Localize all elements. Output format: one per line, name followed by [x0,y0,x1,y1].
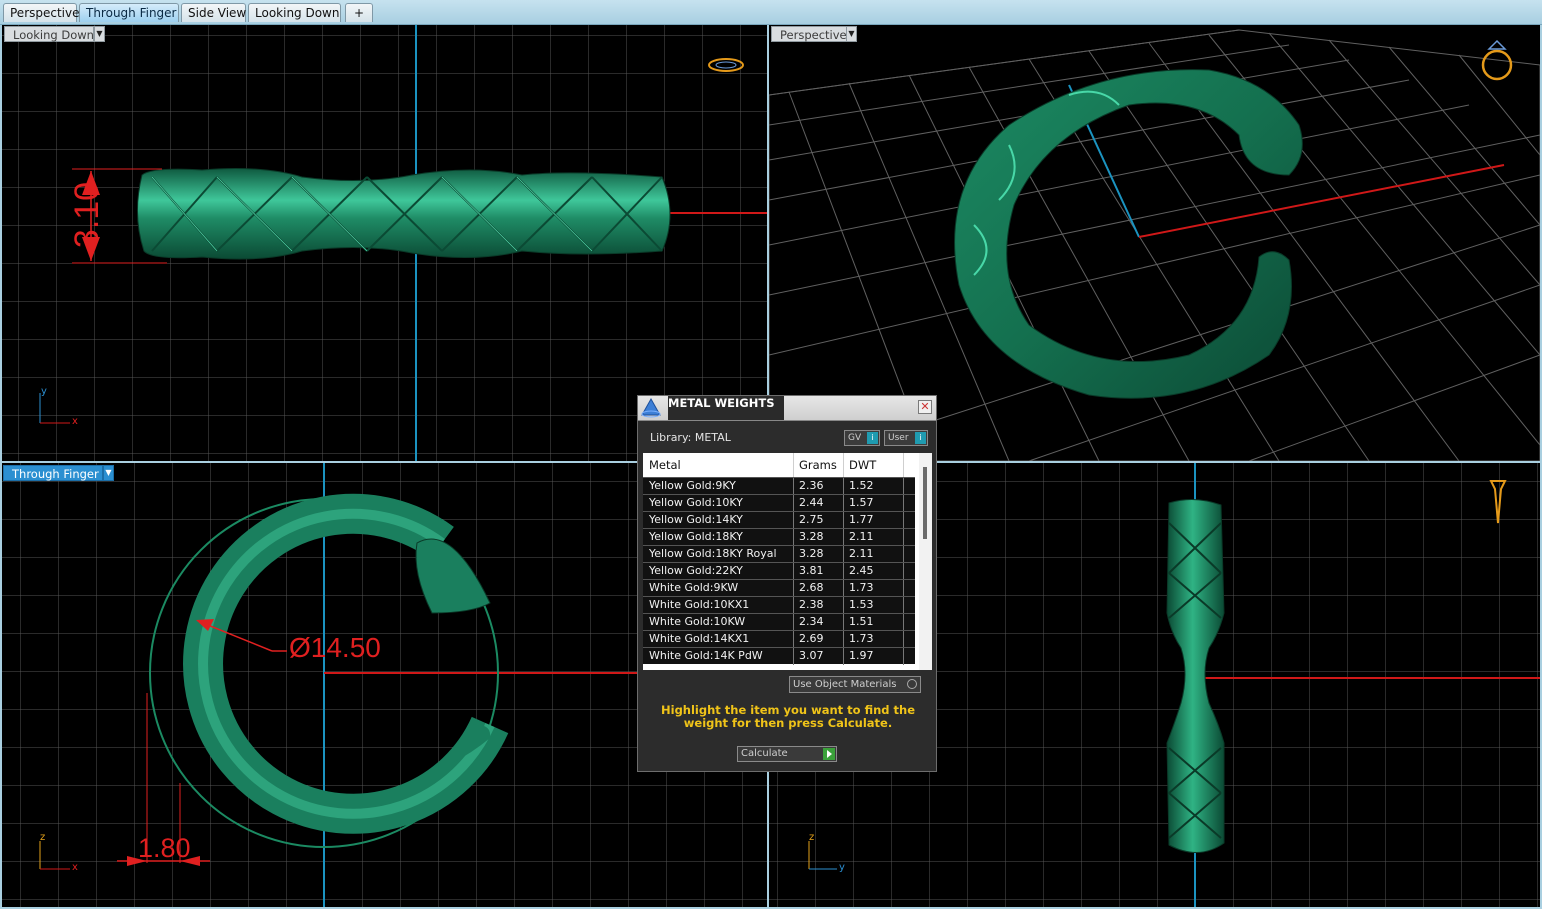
close-button[interactable]: ✕ [918,400,932,414]
table-row[interactable]: Yellow Gold:18KY Royal 3.28 2.11 [643,545,915,563]
radio-icon[interactable] [907,679,917,689]
dwt-cell: 1.73 [849,581,874,594]
viewport-label-looking-down[interactable]: Looking Down [4,26,94,42]
grams-cell: 2.34 [799,615,824,628]
tab-side-view[interactable]: Side View [181,3,246,22]
table-row[interactable]: White Gold:10KW 2.34 1.51 [643,613,915,631]
grams-cell: 2.38 [799,598,824,611]
dwt-cell: 2.11 [849,547,874,560]
use-object-materials-option[interactable]: Use Object Materials [789,676,921,693]
grams-cell: 2.44 [799,496,824,509]
dialog-title-bar[interactable]: METAL WEIGHTS ✕ [638,396,936,421]
user-label: User [888,433,909,443]
metal-name-cell: Yellow Gold:18KY Royal [649,547,777,560]
tab-through-finger[interactable]: Through Finger [79,3,179,22]
metal-weights-table: Metal Grams DWT Yellow Gold:9KY 2.36 1.52 Y… [643,453,932,670]
tab-perspective[interactable]: Perspective [3,3,80,22]
table-scrollbar[interactable] [919,453,932,670]
dwt-cell: 1.77 [849,513,874,526]
diameter-dimension-label: Ø14.50 [289,632,381,663]
grams-cell: 3.07 [799,649,824,662]
table-header: Metal Grams DWT [643,453,932,477]
gv-library-button[interactable]: GV i [844,430,880,446]
grams-cell: 3.81 [799,564,824,577]
gv-label: GV [848,433,862,443]
grams-cell: 3.28 [799,530,824,543]
dwt-cell: 1.53 [849,598,874,611]
info-icon: i [867,432,878,444]
close-icon: ✕ [920,400,930,413]
plus-icon: + [353,6,365,20]
viewport-dropdown[interactable]: ▼ [103,465,114,481]
chevron-down-icon: ▼ [105,468,112,477]
width-dimension-label: 1.80 [138,833,191,863]
scrollbar-thumb[interactable] [923,467,927,539]
calculate-label: Calculate [741,748,788,759]
axis-z-label: z [809,832,815,843]
calculate-button[interactable]: Calculate [737,746,837,762]
add-tab-button[interactable]: + [345,3,373,22]
column-header-metal[interactable]: Metal [649,458,681,472]
viewport-dropdown[interactable]: ▼ [94,26,105,42]
table-row[interactable]: White Gold:9KW 2.68 1.73 [643,579,915,597]
metal-name-cell: White Gold:10KX1 [649,598,750,611]
dimension-height-label: 3.10 [68,181,106,249]
dwt-cell: 1.97 [849,649,874,662]
metal-name-cell: Yellow Gold:14KY [649,513,743,526]
tab-looking-down[interactable]: Looking Down [248,3,341,22]
table-row[interactable]: Yellow Gold:14KY 2.75 1.77 [643,511,915,529]
axis-x-label: x [72,862,78,873]
axis-y-label: y [41,386,47,397]
viewport-label-perspective[interactable]: Perspective [771,26,847,42]
metal-name-cell: Yellow Gold:22KY [649,564,743,577]
metal-name-cell: Yellow Gold:9KY [649,479,736,492]
metal-name-cell: White Gold:14K PdW [649,649,763,662]
axis-y-label: y [839,862,845,873]
grams-cell: 3.28 [799,547,824,560]
grams-cell: 2.36 [799,479,824,492]
chevron-down-icon: ▼ [848,29,855,38]
table-rows: Yellow Gold:9KY 2.36 1.52 Yellow Gold:10KY 2… [643,477,915,665]
axis-x-label: x [72,416,78,427]
table-row[interactable]: Yellow Gold:22KY 3.81 2.45 [643,562,915,580]
dialog-title: METAL WEIGHTS [668,396,784,420]
view-tab-bar: Perspective Through Finger Side View Loo… [0,0,1542,25]
column-header-dwt[interactable]: DWT [849,458,876,472]
info-icon: i [915,432,926,444]
viewport-label-through-finger[interactable]: Through Finger [3,465,103,481]
metal-name-cell: White Gold:9KW [649,581,739,594]
table-row[interactable]: Yellow Gold:10KY 2.44 1.57 [643,494,915,512]
table-row[interactable]: Yellow Gold:9KY 2.36 1.52 [643,477,915,495]
library-label: Library: METAL [650,431,731,444]
grams-cell: 2.69 [799,632,824,645]
viewport-dropdown[interactable]: ▼ [846,26,857,42]
table-row[interactable]: Yellow Gold:18KY 3.28 2.11 [643,528,915,546]
chevron-down-icon: ▼ [96,29,103,38]
axis-z-label: z [40,832,46,843]
user-library-button[interactable]: User i [884,430,928,446]
play-icon [823,748,835,760]
metal-name-cell: White Gold:10KW [649,615,746,628]
metal-name-cell: White Gold:14KX1 [649,632,750,645]
dwt-cell: 1.57 [849,496,874,509]
dwt-cell: 1.52 [849,479,874,492]
metal-name-cell: Yellow Gold:10KY [649,496,743,509]
dwt-cell: 2.11 [849,530,874,543]
instruction-text: Highlight the item you want to find the … [661,703,915,730]
table-row[interactable]: White Gold:14K PdW 3.07 1.97 [643,647,915,665]
gemvision-logo-icon [641,398,661,418]
table-row[interactable]: White Gold:14KX1 2.69 1.73 [643,630,915,648]
use-object-materials-label: Use Object Materials [793,679,897,690]
table-row[interactable]: White Gold:10KX1 2.38 1.53 [643,596,915,614]
dwt-cell: 2.45 [849,564,874,577]
dwt-cell: 1.73 [849,632,874,645]
grams-cell: 2.68 [799,581,824,594]
metal-weights-dialog: METAL WEIGHTS ✕ Library: METAL GV i User… [637,395,937,772]
dwt-cell: 1.51 [849,615,874,628]
grams-cell: 2.75 [799,513,824,526]
metal-name-cell: Yellow Gold:18KY [649,530,743,543]
column-header-grams[interactable]: Grams [799,458,837,472]
